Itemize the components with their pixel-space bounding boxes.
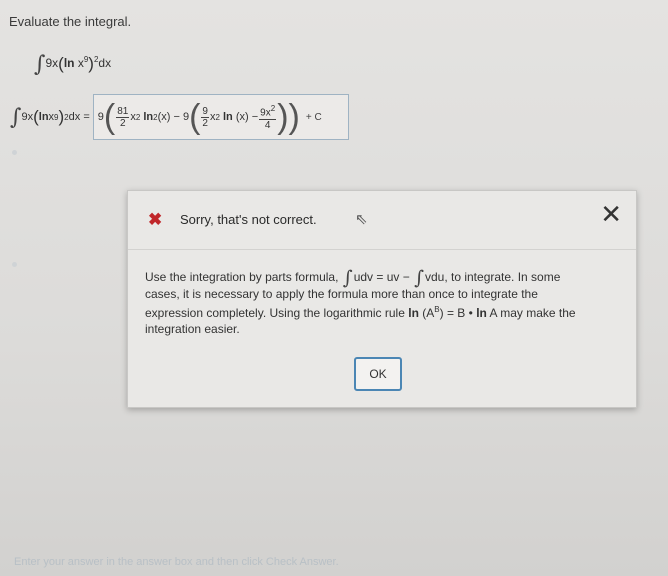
fraction-9-over-2: 92: [201, 105, 209, 129]
fraction-9x2-over-4: 9x2 4: [259, 104, 277, 131]
ln-label: ln: [63, 56, 75, 70]
dialog-message: Use the integration by parts formula, ∫u…: [145, 267, 576, 337]
integral-expression: ∫9x(ln x9)2dx: [34, 52, 112, 77]
dialog-title: Sorry, that's not correct.: [180, 212, 317, 227]
footer-hint: Enter your answer in the answer box and …: [14, 556, 339, 568]
assignment-page: Evaluate the integral. ∫9x(ln x9)2dx ∫ 9x…: [0, 0, 668, 576]
ok-button[interactable]: OK: [354, 357, 402, 391]
error-x-icon: ✖: [148, 210, 163, 229]
integrand-coef: 9x: [45, 56, 59, 70]
close-icon[interactable]: ✕: [600, 201, 622, 227]
integral-sign: ∫: [34, 52, 46, 77]
mouse-cursor-icon: ⇖: [355, 211, 368, 228]
faint-dot: [12, 150, 17, 155]
faint-dot: [12, 262, 17, 267]
dialog-header: ✖ Sorry, that's not correct. ⇖ ✕: [128, 191, 636, 250]
answer-row: ∫ 9x(ln x 9) 2 dx = 9 ( 81 2 x 2 ln 2 (x) − 9 ( 9…: [10, 92, 349, 142]
question-prompt: Evaluate the integral.: [9, 14, 132, 29]
fraction-81-over-2: 81 2: [116, 105, 130, 129]
answer-input-box[interactable]: 9 ( 81 2 x 2 ln 2 (x) − 9 ( 92x2 ln (x) − 9x2…: [92, 94, 349, 140]
answer-lhs: ∫ 9x(ln x 9) 2 dx =: [10, 104, 90, 130]
feedback-dialog: ✖ Sorry, that's not correct. ⇖ ✕ Use the…: [127, 190, 637, 408]
constant-c: + C: [305, 111, 322, 123]
